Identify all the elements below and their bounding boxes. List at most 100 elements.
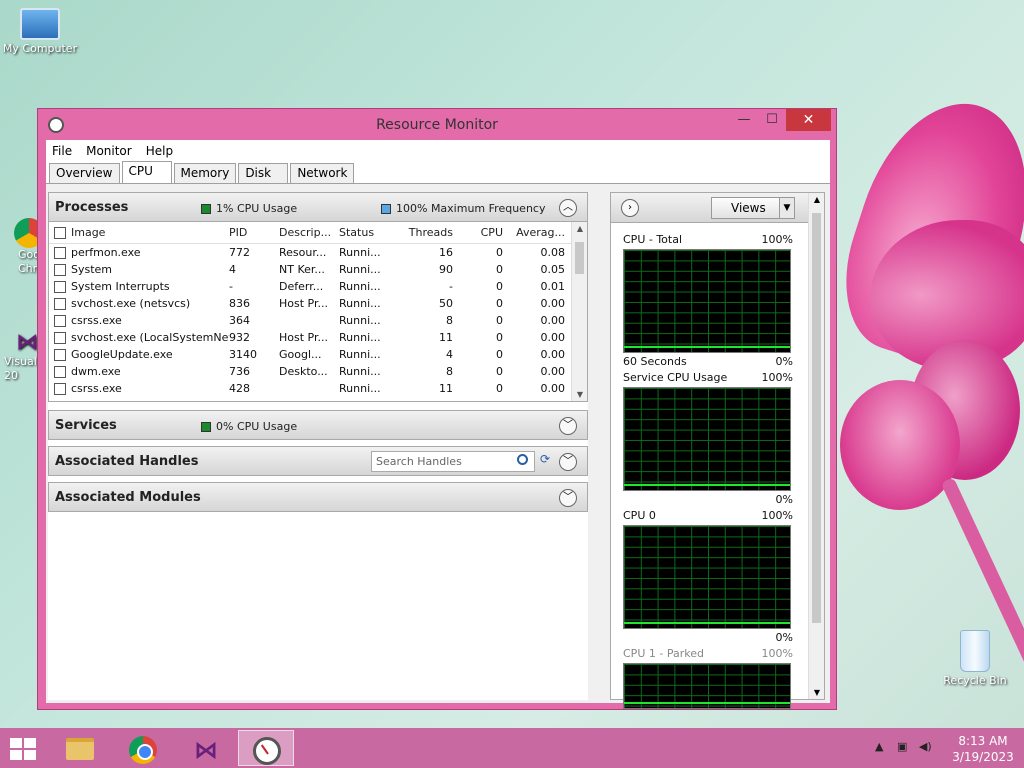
row-checkbox[interactable] [49,246,71,259]
table-row[interactable]: svchost.exe (netsvcs) 836 Host Pr... Runni.… [49,295,587,312]
minimize-button[interactable]: — [730,109,758,131]
graph-title: CPU 1 - Parked [623,647,704,660]
table-row[interactable]: GoogleUpdate.exe 3140 Googl... Runni... 4 0 0.… [49,346,587,363]
cell-description: Resour... [279,246,327,259]
desktop-icon-my-computer[interactable]: My Computer [0,8,80,55]
volume-icon[interactable]: ◀) [919,740,932,753]
expand-icon[interactable]: ﹀ [559,417,577,435]
scroll-down-icon[interactable]: ▼ [809,688,825,697]
graph-header: CPU 0 100% [623,509,793,522]
cell-pid: 3140 [229,348,257,361]
graphs-panel: › Views ▼ CPU - Total 100% 60 Seconds 0% Ser… [610,192,825,709]
processes-scrollbar[interactable]: ▲ ▼ [571,222,587,401]
tab-cpu[interactable]: CPU [121,161,172,183]
taskbar-resource-monitor[interactable] [238,730,294,766]
collapse-icon[interactable]: ︿ [559,199,577,217]
clock[interactable]: 8:13 AM 3/19/2023 [948,733,1018,765]
cell-description: Host Pr... [279,297,328,310]
cell-status: Runni... [339,382,381,395]
row-checkbox[interactable] [49,297,71,310]
desktop-icon-chrome[interactable]: Goo Chr [0,218,40,276]
search-handles-input[interactable]: Search Handles [371,451,535,472]
row-checkbox[interactable] [49,331,71,344]
graph-title: CPU - Total [623,233,683,246]
refresh-icon[interactable]: ⟳ [537,452,553,468]
menu-monitor[interactable]: Monitor [86,144,132,158]
table-row[interactable]: csrss.exe 364 Runni... 8 0 0.00 [49,312,587,329]
col-threads[interactable]: Threads [403,226,453,239]
table-row[interactable]: System Interrupts - Deferr... Runni... - 0 0.0… [49,278,587,295]
graph-max: 100% [761,371,793,384]
row-checkbox[interactable] [49,382,71,395]
modules-header[interactable]: Associated Modules ﹀ [48,482,588,512]
col-image[interactable]: Image [71,226,229,239]
expand-icon[interactable]: ﹀ [559,453,577,471]
row-checkbox[interactable] [49,280,71,293]
graphs-scrollbar[interactable]: ▲ ▼ [808,193,824,699]
tab-overview[interactable]: Overview [49,163,120,183]
scroll-thumb[interactable] [575,242,584,274]
row-checkbox[interactable] [49,365,71,378]
menu-help[interactable]: Help [146,144,173,158]
chevron-up-icon[interactable]: ▲ [875,740,883,753]
taskbar-visual-studio[interactable]: ⋈ [178,730,234,766]
row-checkbox[interactable] [49,263,71,276]
scroll-down-icon[interactable]: ▼ [572,390,587,399]
tab-strip: Overview CPU Memory Disk Network [46,161,830,184]
cell-description: Googl... [279,348,322,361]
taskbar-chrome[interactable] [116,730,172,766]
search-icon[interactable] [517,454,528,465]
table-row[interactable]: csrss.exe 428 Runni... 11 0 0.00 [49,380,587,397]
processes-table: Image PID Descrip... Status Threads CPU … [48,222,588,402]
col-description[interactable]: Descrip... [279,226,339,239]
cpu-graph: CPU - Total 100% 60 Seconds 0% [623,233,793,368]
desktop-icon-recycle-bin[interactable]: Recycle Bin [935,630,1015,687]
col-status[interactable]: Status [339,226,403,239]
cell-average: 0.00 [540,348,566,361]
table-row[interactable]: svchost.exe (LocalSystemNet... 932 Host Pr… [49,329,587,346]
tab-disk[interactable]: Disk [238,163,289,183]
graph-header: CPU 1 - Parked 100% [623,647,793,660]
visual-studio-icon: ⋈ [194,736,218,764]
close-button[interactable]: ✕ [786,109,831,131]
chevron-right-icon[interactable]: › [621,199,639,217]
title-bar[interactable]: Resource Monitor — ☐ ✕ [38,109,836,141]
row-checkbox[interactable] [49,314,71,327]
network-icon[interactable]: ▣ [897,740,907,753]
scroll-up-icon[interactable]: ▲ [572,224,587,233]
taskbar-file-explorer[interactable] [52,730,108,766]
menu-file[interactable]: File [52,144,72,158]
maximize-button[interactable]: ☐ [758,109,786,131]
cell-average: 0.08 [540,246,566,259]
handles-header[interactable]: Associated Handles Search Handles ⟳ ﹀ [48,446,588,476]
services-header[interactable]: Services 0% CPU Usage ﹀ [48,410,588,440]
processes-header[interactable]: Processes 1% CPU Usage 100% Maximum Freq… [48,192,588,222]
col-average[interactable]: Averag... [503,226,569,239]
clock-date: 3/19/2023 [952,750,1014,764]
desktop-icon-label: Visual 20 [4,355,37,382]
col-cpu[interactable]: CPU [453,226,503,239]
wallpaper-petal [840,380,960,510]
tab-memory[interactable]: Memory [173,163,237,183]
tab-network[interactable]: Network [290,163,355,183]
cell-image: perfmon.exe [71,246,141,259]
table-row[interactable]: System 4 NT Ker... Runni... 90 0 0.05 [49,261,587,278]
cell-threads: 8 [446,365,453,378]
checkbox-icon [54,331,66,344]
cell-description: Deferr... [279,280,324,293]
col-pid[interactable]: PID [229,226,279,239]
desktop-icon-visual-studio[interactable]: ⋈ Visual 20 [0,330,40,383]
graph-line [624,346,790,348]
windows-start-icon[interactable] [10,738,38,760]
max-frequency-text: 100% Maximum Frequency [396,202,546,215]
table-row[interactable]: perfmon.exe 772 Resour... Runni... 16 0 0.08 [49,244,587,261]
select-all-checkbox[interactable] [49,226,71,239]
row-checkbox[interactable] [49,348,71,361]
scroll-thumb[interactable] [812,213,821,623]
table-row[interactable]: dwm.exe 736 Deskto... Runni... 8 0 0.00 [49,363,587,380]
desktop-icon-label: Goo Chr [18,248,40,275]
cell-pid: 772 [229,246,250,259]
expand-icon[interactable]: ﹀ [559,489,577,507]
chevron-down-icon[interactable]: ▼ [779,197,795,219]
cell-pid: 836 [229,297,250,310]
